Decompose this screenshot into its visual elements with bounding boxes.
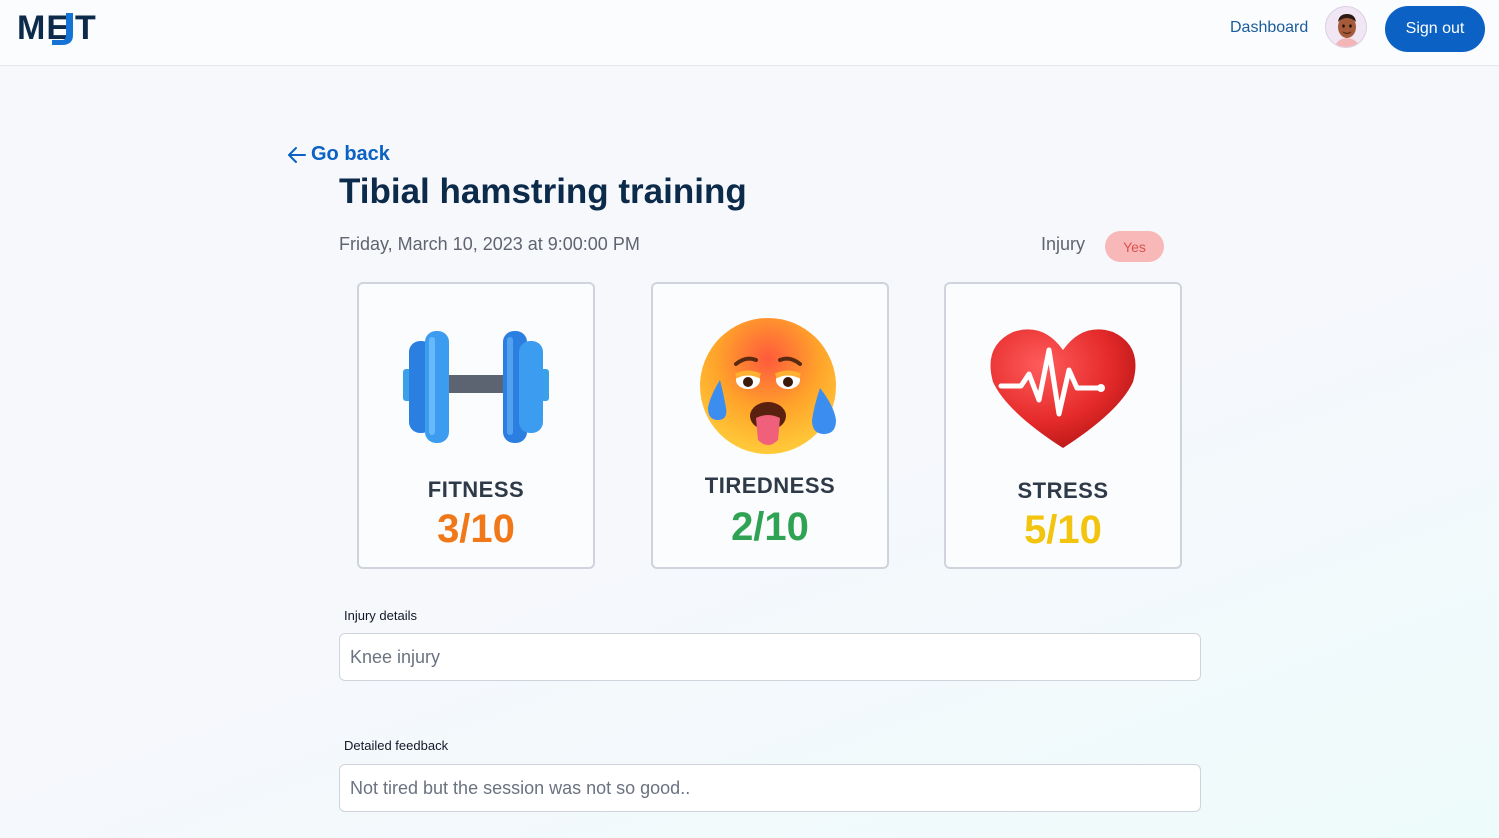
detailed-feedback-label: Detailed feedback bbox=[344, 738, 449, 753]
tiredness-card: TIREDNESS 2/10 bbox=[651, 282, 889, 569]
tiredness-score: 2/10 bbox=[731, 505, 809, 549]
nav-dashboard-link[interactable]: Dashboard bbox=[1230, 19, 1308, 37]
fitness-label: FITNESS bbox=[427, 477, 525, 502]
heart-pulse-icon bbox=[946, 326, 1180, 450]
go-back-link[interactable]: Go back bbox=[287, 143, 390, 166]
page-title: Tibial hamstring training bbox=[339, 172, 747, 211]
tired-face-icon bbox=[653, 316, 887, 456]
mejt-logo[interactable]: ME T bbox=[17, 9, 123, 49]
fitness-card: FITNESS 3/10 bbox=[357, 282, 595, 569]
detailed-feedback-field[interactable] bbox=[339, 764, 1201, 812]
injury-details-field[interactable] bbox=[339, 633, 1201, 681]
go-back-label: Go back bbox=[311, 143, 390, 165]
tiredness-label: TIREDNESS bbox=[704, 473, 836, 498]
injury-details-label: Injury details bbox=[344, 608, 417, 623]
session-date: Friday, March 10, 2023 at 9:00:00 PM bbox=[339, 234, 640, 254]
arrow-left-icon bbox=[288, 146, 306, 163]
top-navbar: ME T Dashboard Sign out bbox=[0, 0, 1499, 66]
svg-text:T: T bbox=[75, 9, 96, 47]
stress-score: 5/10 bbox=[1024, 508, 1102, 552]
stress-label: STRESS bbox=[1017, 478, 1109, 503]
injury-label: Injury bbox=[1041, 234, 1086, 254]
dumbbell-icon bbox=[359, 329, 593, 445]
stress-card: STRESS 5/10 bbox=[944, 282, 1182, 569]
injury-status-badge: Yes bbox=[1105, 231, 1164, 262]
avatar[interactable] bbox=[1325, 6, 1367, 48]
sign-out-button[interactable]: Sign out bbox=[1385, 6, 1485, 52]
fitness-score: 3/10 bbox=[437, 507, 515, 551]
